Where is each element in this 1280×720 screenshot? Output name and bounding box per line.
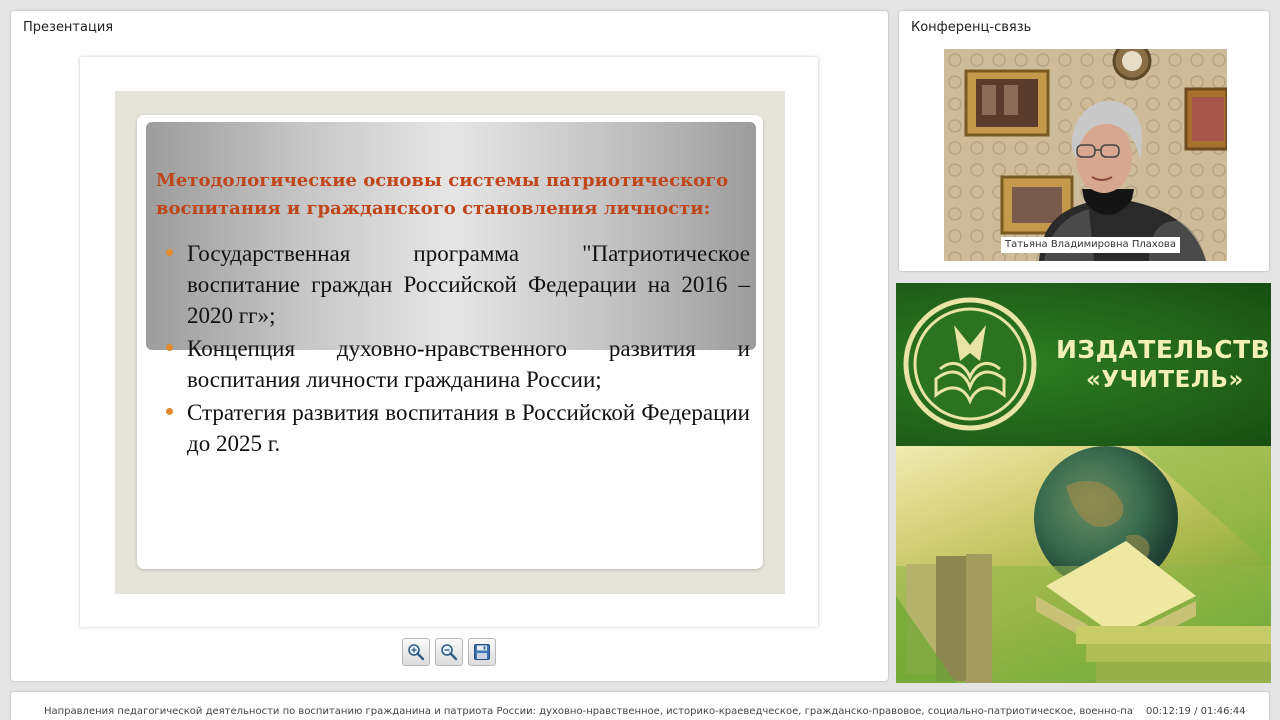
slide-bullet: Стратегия развития воспитания в Российск…	[163, 397, 750, 459]
presentation-panel: Презентация Методологические основы сист…	[11, 11, 888, 681]
speaker-video-frame	[944, 49, 1227, 261]
bullet-dot-icon	[166, 344, 173, 351]
slide-toolbar	[402, 638, 500, 668]
webcam-video: Татьяна Владимировна Плахова	[944, 49, 1227, 261]
presentation-panel-title: Презентация	[23, 20, 114, 35]
banner-logo-area: ИЗДАТЕЛЬСТВО «УЧИТЕЛЬ»	[896, 283, 1271, 446]
banner-image	[896, 446, 1271, 683]
slide-bullet: Концепция духовно-нравственного развития…	[163, 333, 750, 395]
participant-name-label: Татьяна Владимировна Плахова	[1001, 237, 1180, 253]
slide-bullet-text: Концепция духовно-нравственного развития…	[187, 336, 750, 392]
publisher-logo-icon	[903, 297, 1037, 431]
save-button[interactable]	[468, 638, 496, 666]
playback-timecode: 00:12:19 / 01:46:44	[1146, 706, 1246, 717]
slide-bullet-list: Государственная программа "Патриотическо…	[163, 238, 750, 461]
slide-bullet-text: Государственная программа "Патриотическо…	[187, 241, 750, 328]
ticker-text: Направления педагогической деятельности …	[44, 706, 1134, 717]
slide-viewport: Методологические основы системы патриоти…	[80, 57, 818, 627]
banner-brand-line1: ИЗДАТЕЛЬСТВО	[1056, 335, 1271, 364]
zoom-in-button[interactable]	[402, 638, 430, 666]
bullet-dot-icon	[166, 249, 173, 256]
slide-bullet-text: Стратегия развития воспитания в Российск…	[187, 400, 750, 456]
slide-bullet: Государственная программа "Патриотическо…	[163, 238, 750, 331]
zoom-out-icon	[441, 644, 458, 661]
books-and-globe-image	[896, 446, 1271, 683]
zoom-out-button[interactable]	[435, 638, 463, 666]
banner-brand-line2: «УЧИТЕЛЬ»	[1086, 367, 1244, 393]
footer-bar: Направления педагогической деятельности …	[11, 692, 1269, 720]
bullet-dot-icon	[166, 408, 173, 415]
zoom-in-icon	[408, 644, 425, 661]
conference-panel-title: Конференц-связь	[911, 20, 1032, 35]
publisher-banner[interactable]: ИЗДАТЕЛЬСТВО «УЧИТЕЛЬ»	[896, 283, 1271, 683]
conference-panel: Конференц-связь Татьяна Владимировна Пла…	[899, 11, 1269, 271]
save-icon	[474, 644, 490, 660]
slide-card: Методологические основы системы патриоти…	[137, 115, 763, 569]
slide: Методологические основы системы патриоти…	[115, 91, 785, 594]
slide-heading: Методологические основы системы патриоти…	[156, 170, 729, 219]
